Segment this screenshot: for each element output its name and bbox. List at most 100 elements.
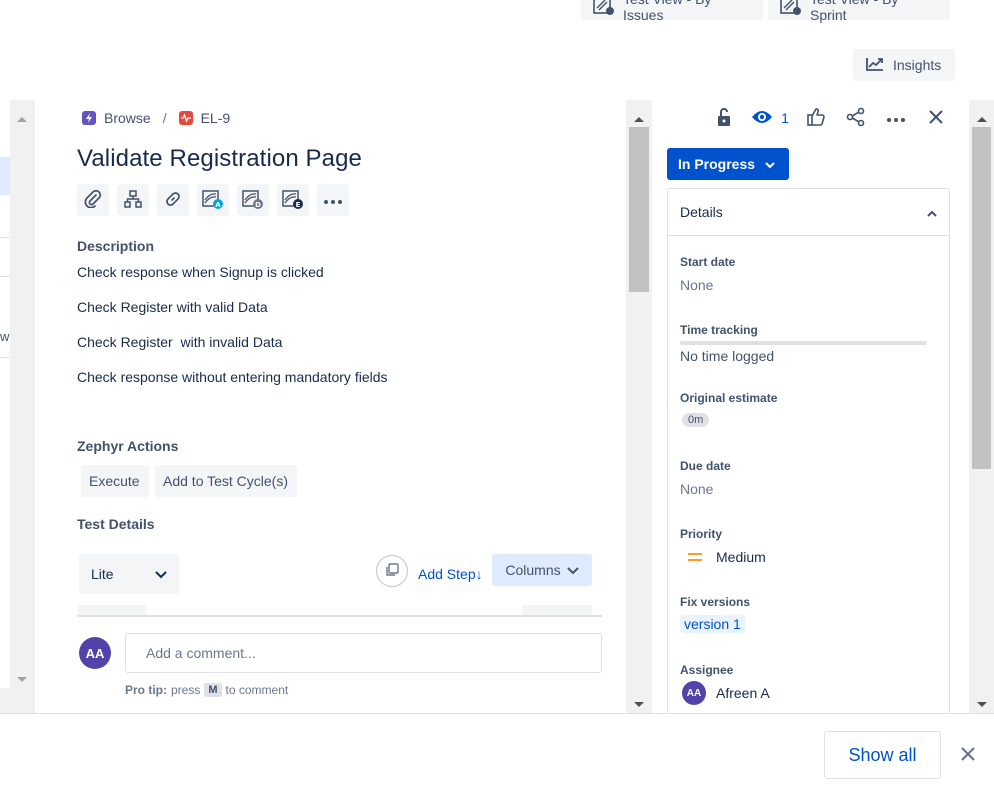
comment-input[interactable]: Add a comment...: [125, 633, 602, 673]
start-date-value[interactable]: None: [680, 277, 713, 293]
breadcrumb-project[interactable]: Browse: [104, 110, 151, 126]
columns-label: Columns: [505, 562, 561, 578]
close-bottom-bar-button[interactable]: [957, 744, 979, 766]
chevron-down-icon: [765, 156, 775, 172]
priority-medium-icon: [688, 549, 702, 565]
scroll-down-icon[interactable]: [16, 671, 28, 687]
watch-count: 1: [781, 110, 789, 126]
breadcrumb-separator: /: [162, 110, 167, 126]
details-title: Details: [680, 204, 723, 220]
pro-tip-label: Pro tip:: [125, 683, 167, 697]
close-issue-button[interactable]: [916, 106, 956, 130]
scroll-down-icon[interactable]: [633, 696, 645, 712]
priority-label: Priority: [680, 527, 723, 541]
execute-button[interactable]: Execute: [81, 465, 149, 497]
share-button[interactable]: [836, 106, 876, 130]
pro-tip-press: press: [171, 683, 201, 697]
due-date-label: Due date: [680, 459, 731, 473]
breadcrumb: Browse / EL-9: [82, 110, 230, 126]
test-details-heading: Test Details: [77, 516, 155, 532]
zephyr-app-d-button[interactable]: D: [237, 184, 269, 216]
test-view-by-issues-button[interactable]: Test View - By Issues: [581, 0, 763, 23]
fix-version-tag[interactable]: version 1: [680, 615, 745, 633]
side-panel-scrollbar-thumb[interactable]: [972, 127, 991, 469]
description-line[interactable]: Check Register with valid Data: [77, 299, 268, 315]
columns-button[interactable]: Columns: [492, 554, 592, 586]
status-dropdown-button[interactable]: In Progress: [667, 148, 789, 180]
attach-button[interactable]: [77, 184, 109, 216]
main-scrollbar-thumb[interactable]: [629, 127, 649, 292]
priority-field[interactable]: Medium: [688, 549, 766, 565]
zephyr-app-e-button[interactable]: E: [277, 184, 309, 216]
copy-icon: [385, 562, 399, 580]
more-options-button[interactable]: [876, 106, 916, 130]
more-actions-button[interactable]: [317, 184, 349, 216]
description-line[interactable]: Check response without entering mandator…: [77, 369, 388, 385]
scroll-down-icon[interactable]: [976, 696, 988, 712]
test-issue-icon: [178, 111, 193, 125]
copy-steps-button[interactable]: [376, 555, 408, 587]
more-icon: [323, 192, 343, 208]
user-avatar[interactable]: AA: [79, 637, 111, 669]
start-date-label: Start date: [680, 255, 736, 269]
add-step-link[interactable]: Add Step↓: [418, 566, 483, 582]
issue-title[interactable]: Validate Registration Page: [77, 145, 362, 173]
left-selected-item[interactable]: [0, 157, 10, 195]
description-heading: Description: [77, 238, 155, 254]
add-to-test-cycle-button[interactable]: Add to Test Cycle(s): [155, 465, 297, 497]
vote-button[interactable]: [796, 106, 836, 130]
details-header[interactable]: Details: [668, 189, 949, 236]
insights-label: Insights: [893, 57, 942, 73]
link-issue-button[interactable]: [157, 184, 189, 216]
due-date-value[interactable]: None: [680, 481, 713, 497]
time-tracking-label: Time tracking: [680, 323, 758, 337]
left-horizontal-scrollbar[interactable]: [0, 688, 35, 713]
zephyr-app-icon: D: [242, 190, 264, 210]
issue-main-panel: Browse / EL-9 Validate Registration Page…: [35, 100, 626, 713]
status-label: In Progress: [678, 156, 756, 172]
show-all-button[interactable]: Show all: [824, 731, 941, 779]
hierarchy-icon: [124, 189, 142, 211]
badge-d: D: [255, 201, 261, 209]
assignee-name: Afreen A: [716, 685, 770, 701]
badge-a: A: [215, 201, 221, 209]
left-divider: [0, 357, 10, 358]
scroll-up-icon[interactable]: [16, 110, 28, 126]
breadcrumb-issue-key[interactable]: EL-9: [201, 110, 231, 126]
mode-select[interactable]: Lite: [79, 554, 179, 594]
description-line[interactable]: Check Register with invalid Data: [77, 334, 282, 350]
issue-toolbar: A D E: [77, 184, 349, 216]
chevron-up-icon: [927, 204, 937, 220]
chevron-down-icon: [155, 566, 167, 582]
left-partial-text: wo: [0, 329, 10, 344]
original-estimate-value[interactable]: 0m: [682, 413, 710, 427]
left-scrollbar[interactable]: [10, 100, 35, 688]
test-view-by-sprint-label: Test View - By Sprint: [810, 0, 898, 23]
assignee-field[interactable]: AA Afreen A: [682, 681, 770, 705]
mode-select-value: Lite: [91, 566, 114, 582]
details-panel: Details Start date None Time tracking No…: [667, 188, 950, 713]
test-view-by-sprint-button[interactable]: Test View - By Sprint: [768, 0, 950, 23]
description-line[interactable]: Check response when Signup is clicked: [77, 264, 324, 280]
test-view-icon: [780, 0, 802, 19]
table-header-cell: [522, 605, 592, 615]
test-view-icon: [593, 0, 615, 19]
chevron-down-icon: [566, 562, 579, 578]
insights-button[interactable]: Insights: [853, 49, 955, 81]
thumbs-up-icon: [806, 107, 826, 130]
scroll-up-icon[interactable]: [633, 110, 645, 126]
more-icon: [886, 110, 906, 126]
watch-button[interactable]: 1: [744, 106, 796, 130]
eye-icon: [751, 109, 773, 128]
link-icon: [164, 190, 182, 211]
zephyr-app-a-button[interactable]: A: [197, 184, 229, 216]
original-estimate-label: Original estimate: [680, 391, 778, 405]
restrictions-button[interactable]: [704, 106, 744, 130]
create-child-button[interactable]: [117, 184, 149, 216]
time-tracking-bar[interactable]: [680, 341, 927, 345]
assignee-avatar: AA: [682, 681, 706, 705]
time-tracking-value: No time logged: [680, 348, 775, 364]
scroll-up-icon[interactable]: [976, 110, 988, 126]
zephyr-app-icon: E: [282, 190, 304, 210]
table-divider: [77, 615, 602, 617]
